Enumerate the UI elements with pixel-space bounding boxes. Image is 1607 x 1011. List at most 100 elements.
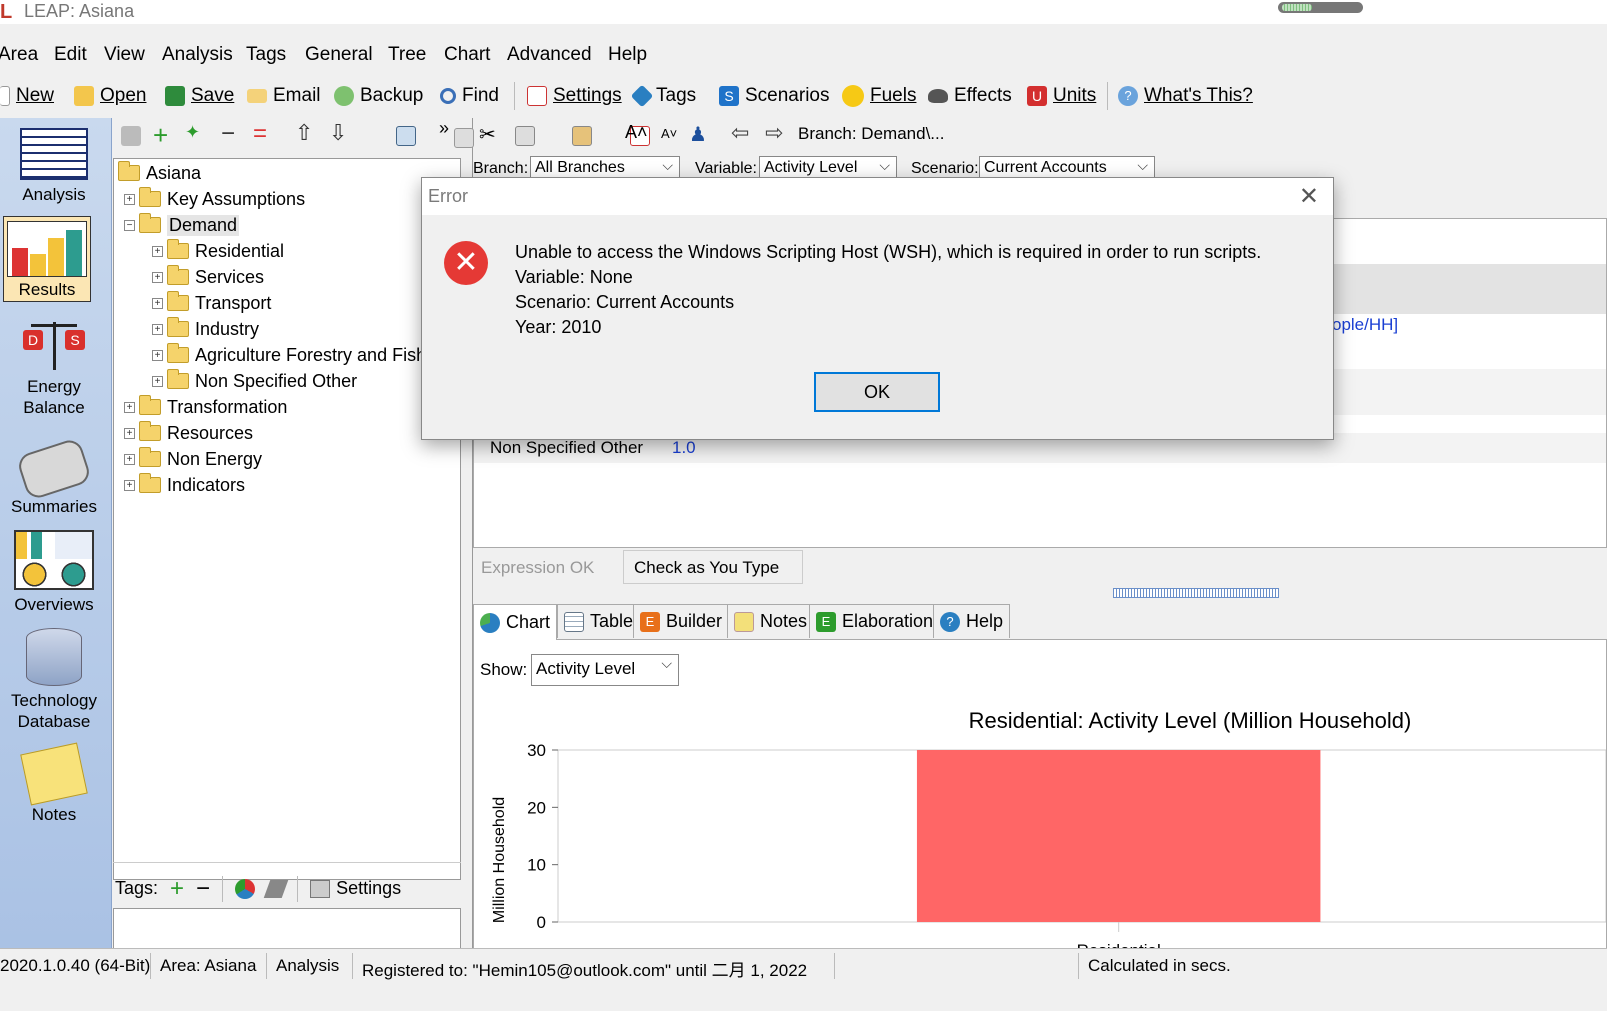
expand-icon[interactable]: + — [124, 401, 135, 413]
save-button[interactable]: Save — [165, 82, 234, 110]
nav-technology-database[interactable]: Technology Database — [0, 628, 108, 732]
close-icon[interactable]: ✕ — [1299, 182, 1319, 211]
tab-builder[interactable]: E Builder — [633, 604, 730, 638]
menu-area[interactable]: Area — [0, 44, 38, 66]
view-bar: Analysis Results D S Energy Balance Summ… — [0, 118, 112, 976]
move-up-icon[interactable]: ⇧ — [295, 120, 313, 146]
menu-advanced[interactable]: Advanced — [507, 44, 592, 66]
splitter-handle[interactable] — [1113, 588, 1279, 598]
folder-view-icon[interactable] — [454, 128, 475, 148]
expand-icon[interactable]: + — [124, 453, 135, 465]
menu-help[interactable]: Help — [608, 44, 647, 66]
forward-arrow-icon[interactable]: ⇨ — [765, 120, 783, 146]
tag-colors-icon[interactable] — [235, 878, 256, 899]
paste-icon[interactable] — [571, 126, 592, 146]
tab-chart[interactable]: Chart — [473, 604, 558, 640]
find-button[interactable]: Find — [440, 82, 499, 110]
new-button[interactable]: New — [0, 82, 54, 110]
menu-analysis[interactable]: Analysis — [162, 44, 233, 66]
collapse-icon[interactable]: − — [124, 219, 135, 231]
move-down-icon[interactable]: ⇩ — [329, 120, 347, 146]
expand-icon[interactable]: + — [124, 479, 135, 491]
add-multiple-icon[interactable]: ✦ — [185, 122, 200, 143]
expand-icon[interactable]: + — [152, 245, 163, 257]
tab-elaboration[interactable]: E Elaboration — [809, 604, 941, 638]
show-select[interactable]: Activity Level — [531, 654, 679, 686]
tree-node-demand[interactable]: − Demand — [124, 213, 240, 237]
nav-analysis[interactable]: Analysis — [0, 128, 108, 205]
save-disk-icon — [165, 86, 185, 106]
fuels-button[interactable]: Fuels — [842, 82, 916, 110]
delete-branch-icon[interactable]: − — [221, 120, 235, 148]
nav-overviews[interactable]: Overviews — [0, 530, 108, 615]
expand-icon[interactable]: + — [152, 297, 163, 309]
add-branch-icon[interactable]: + — [153, 120, 168, 151]
nav-notes[interactable]: Notes — [0, 742, 108, 825]
tree-node-transport[interactable]: + Transport — [152, 291, 271, 315]
remove-tag-icon[interactable]: − — [196, 875, 210, 903]
menu-edit[interactable]: Edit — [54, 44, 87, 66]
back-arrow-icon[interactable]: ⇦ — [731, 120, 749, 146]
tree-node-industry[interactable]: + Industry — [152, 317, 259, 341]
folder-icon — [118, 161, 140, 181]
people-icon[interactable]: ♟ — [689, 122, 707, 147]
bars-group — [916, 750, 1321, 922]
tree-node-agriculture[interactable]: + Agriculture Forestry and Fish — [152, 343, 426, 367]
tags-button[interactable]: Tags — [630, 82, 696, 110]
tree-node-key-assumptions[interactable]: + Key Assumptions — [124, 187, 305, 211]
tree-view-icon[interactable] — [395, 126, 416, 146]
tag-settings-button[interactable]: Settings — [310, 878, 401, 899]
font-larger-icon[interactable]: A˄ — [625, 122, 648, 143]
units-button[interactable]: U Units — [1027, 82, 1096, 110]
new-file-icon — [0, 86, 10, 106]
whats-this-button[interactable]: ? What's This? — [1118, 82, 1253, 110]
expand-icon[interactable]: + — [152, 323, 163, 335]
expand-icon[interactable]: + — [152, 271, 163, 283]
check-as-you-type-button[interactable]: Check as You Type — [623, 550, 803, 584]
menu-chart[interactable]: Chart — [444, 44, 490, 66]
elaboration-icon: E — [816, 611, 836, 632]
overviews-icon — [14, 530, 94, 590]
folder-icon — [139, 187, 161, 207]
settings-button[interactable]: Settings — [527, 82, 622, 110]
tree-node-services[interactable]: + Services — [152, 265, 264, 289]
tab-notes[interactable]: Notes — [727, 604, 815, 638]
menu-tags[interactable]: Tags — [246, 44, 286, 66]
tree-node-indicators[interactable]: + Indicators — [124, 473, 245, 497]
add-tag-icon[interactable]: + — [170, 875, 184, 903]
ok-button[interactable]: OK — [814, 372, 940, 412]
scenarios-button[interactable]: S Scenarios — [719, 82, 830, 110]
unit-cell[interactable]: ople/HH] — [1332, 315, 1398, 335]
nav-results[interactable]: Results — [3, 216, 91, 302]
cut-icon[interactable]: ✂ — [479, 122, 496, 147]
clear-tags-icon[interactable] — [263, 879, 289, 898]
copy-icon[interactable] — [515, 126, 535, 146]
backup-button[interactable]: Backup — [334, 82, 423, 110]
expand-icon[interactable]: + — [152, 375, 163, 387]
menu-tree[interactable]: Tree — [388, 44, 426, 66]
nav-energy-balance[interactable]: D S Energy Balance — [0, 322, 108, 418]
overflow-chevron-icon[interactable]: » — [439, 118, 449, 139]
expand-icon[interactable]: + — [124, 193, 135, 205]
tree-node-root[interactable]: Asiana — [118, 161, 201, 185]
expand-icon[interactable]: + — [124, 427, 135, 439]
menu-view[interactable]: View — [104, 44, 145, 66]
nav-summaries[interactable]: Summaries — [0, 436, 108, 517]
expand-icon[interactable]: + — [152, 349, 163, 361]
tree-node-non-energy[interactable]: + Non Energy — [124, 447, 262, 471]
tree-properties-icon[interactable] — [121, 126, 141, 146]
tree-node-resources[interactable]: + Resources — [124, 421, 253, 445]
tree-node-non-specified-other[interactable]: + Non Specified Other — [152, 369, 357, 393]
tab-table[interactable]: Table — [557, 604, 641, 638]
font-smaller-icon[interactable]: A˅ — [661, 126, 677, 141]
delete-all-icon[interactable]: = — [253, 120, 267, 148]
bar[interactable] — [916, 750, 1321, 922]
menu-general[interactable]: General — [305, 44, 373, 66]
builder-icon: E — [640, 611, 660, 632]
tree-node-transformation[interactable]: + Transformation — [124, 395, 287, 419]
tree-node-residential[interactable]: + Residential — [152, 239, 284, 263]
effects-button[interactable]: Effects — [928, 82, 1012, 110]
email-button[interactable]: Email — [247, 82, 321, 110]
open-button[interactable]: Open — [74, 82, 146, 110]
tab-help[interactable]: ? Help — [933, 604, 1011, 638]
